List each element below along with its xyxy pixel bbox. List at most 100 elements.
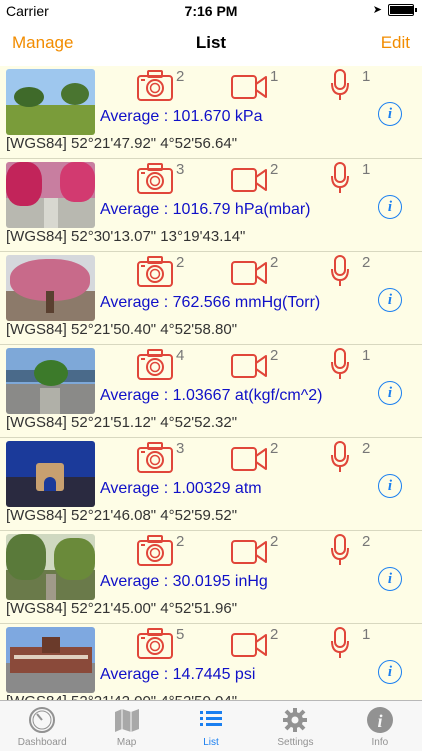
camera-icon xyxy=(137,535,173,566)
list-item[interactable]: 4 2 1 Average : 1.03667 at(kgf/cm^2) i [… xyxy=(0,345,422,438)
video-count: 1 xyxy=(270,68,279,85)
photo-thumbnail[interactable] xyxy=(6,348,95,414)
photo-count: 2 xyxy=(176,533,185,550)
tab-settings[interactable]: Settings xyxy=(253,701,337,751)
photo-count: 3 xyxy=(176,440,185,457)
video-count: 2 xyxy=(270,533,279,550)
tab-info[interactable]: i Info xyxy=(338,701,422,751)
battery-fill xyxy=(390,5,413,14)
scene-shape xyxy=(14,87,44,107)
video-count: 2 xyxy=(270,347,279,364)
video-camera-icon xyxy=(231,75,267,99)
scene-shape xyxy=(44,198,58,228)
tab-label: List xyxy=(203,737,219,748)
info-button[interactable]: i xyxy=(378,567,402,591)
tab-map[interactable]: Map xyxy=(84,701,168,751)
camera-icon xyxy=(137,163,173,194)
audio-button[interactable] xyxy=(330,533,350,569)
info-button[interactable]: i xyxy=(378,288,402,312)
clock: 7:16 PM xyxy=(184,3,238,19)
camera-icon xyxy=(137,349,173,380)
settings-icon xyxy=(283,708,308,732)
photo-button[interactable] xyxy=(136,161,174,197)
photo-button[interactable] xyxy=(136,347,174,383)
tab-label: Map xyxy=(116,737,137,748)
navigation-bar: Manage List Edit xyxy=(0,22,422,67)
average-pressure: Average : 30.0195 inHg xyxy=(100,573,268,590)
scene-shape xyxy=(42,637,60,653)
photo-button[interactable] xyxy=(136,440,174,476)
audio-count: 2 xyxy=(362,254,371,271)
tab-bar: Dashboard Map List Settings i Info xyxy=(0,700,422,751)
video-button[interactable] xyxy=(230,254,268,290)
photo-thumbnail[interactable] xyxy=(6,69,95,135)
average-pressure: Average : 14.7445 psi xyxy=(100,666,256,683)
audio-count: 1 xyxy=(362,68,371,85)
audio-button[interactable] xyxy=(330,347,350,383)
average-pressure: Average : 1016.79 hPa(mbar) xyxy=(100,201,311,218)
coordinates: [WGS84] 52°21'42.00" 4°52'50.04" xyxy=(6,693,237,700)
coordinates: [WGS84] 52°21'50.40" 4°52'58.80" xyxy=(6,321,238,338)
list-item[interactable]: 2 2 2 Average : 762.566 mmHg(Torr) i [WG… xyxy=(0,252,422,345)
audio-button[interactable] xyxy=(330,161,350,197)
list-item[interactable]: 2 1 1 Average : 101.670 kPa i [WGS84] 52… xyxy=(0,66,422,159)
tab-list[interactable]: List xyxy=(169,701,253,751)
microphone-icon xyxy=(331,255,349,286)
audio-count: 2 xyxy=(362,440,371,457)
video-camera-icon xyxy=(231,447,267,471)
video-count: 2 xyxy=(270,440,279,457)
photo-button[interactable] xyxy=(136,626,174,662)
audio-count: 1 xyxy=(362,347,371,364)
info-icon: i xyxy=(366,707,393,733)
photo-thumbnail[interactable] xyxy=(6,441,95,507)
audio-button[interactable] xyxy=(330,626,350,662)
audio-button[interactable] xyxy=(330,440,350,476)
battery-icon xyxy=(388,3,417,16)
video-button[interactable] xyxy=(230,161,268,197)
photo-button[interactable] xyxy=(136,254,174,290)
info-button[interactable]: i xyxy=(378,102,402,126)
photo-thumbnail[interactable] xyxy=(6,534,95,600)
list-icon xyxy=(200,711,223,726)
audio-button[interactable] xyxy=(330,254,350,290)
photo-thumbnail[interactable] xyxy=(6,162,95,228)
scene-shape xyxy=(54,538,95,580)
coordinates: [WGS84] 52°21'46.08" 4°52'59.52" xyxy=(6,507,238,524)
coordinates: [WGS84] 52°21'51.12" 4°52'52.32" xyxy=(6,414,238,431)
info-button[interactable]: i xyxy=(378,195,402,219)
record-list[interactable]: 2 1 1 Average : 101.670 kPa i [WGS84] 52… xyxy=(0,66,422,700)
video-camera-icon xyxy=(231,540,267,564)
video-button[interactable] xyxy=(230,440,268,476)
scene-shape xyxy=(46,291,54,313)
audio-button[interactable] xyxy=(330,68,350,104)
info-button[interactable]: i xyxy=(378,474,402,498)
list-item[interactable]: 3 2 2 Average : 1.00329 atm i [WGS84] 52… xyxy=(0,438,422,531)
list-item[interactable]: 2 2 2 Average : 30.0195 inHg i [WGS84] 5… xyxy=(0,531,422,624)
camera-icon xyxy=(137,628,173,659)
list-item[interactable]: 3 2 1 Average : 1016.79 hPa(mbar) i [WGS… xyxy=(0,159,422,252)
video-button[interactable] xyxy=(230,68,268,104)
scene-shape xyxy=(44,477,56,491)
status-bar: Carrier 7:16 PM ➤ xyxy=(0,0,422,22)
thumbnail-ground xyxy=(6,105,95,135)
status-right: ➤ xyxy=(373,3,417,16)
video-button[interactable] xyxy=(230,626,268,662)
svg-text:i: i xyxy=(377,711,382,731)
scene-shape xyxy=(6,162,42,206)
photo-button[interactable] xyxy=(136,68,174,104)
info-button[interactable]: i xyxy=(378,660,402,684)
info-button[interactable]: i xyxy=(378,381,402,405)
list-item[interactable]: 5 2 1 Average : 14.7445 psi i [WGS84] 52… xyxy=(0,624,422,700)
coordinates: [WGS84] 52°21'47.92" 4°52'56.64" xyxy=(6,135,238,152)
page-title: List xyxy=(195,33,227,52)
video-camera-icon xyxy=(231,168,267,192)
photo-thumbnail[interactable] xyxy=(6,255,95,321)
photo-thumbnail[interactable] xyxy=(6,627,95,693)
video-button[interactable] xyxy=(230,347,268,383)
microphone-icon xyxy=(331,441,349,472)
tab-dashboard[interactable]: Dashboard xyxy=(0,701,84,751)
photo-button[interactable] xyxy=(136,533,174,569)
video-button[interactable] xyxy=(230,533,268,569)
photo-count: 4 xyxy=(176,347,185,364)
edit-button[interactable]: Edit xyxy=(381,33,410,53)
